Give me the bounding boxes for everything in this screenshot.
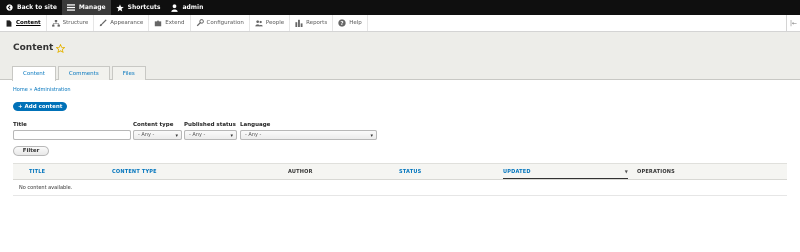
menu-item-structure[interactable]: Structure <box>47 15 95 31</box>
menu-item-label: Content <box>16 20 41 26</box>
back-arrow-icon <box>5 4 13 12</box>
menu-item-reports[interactable]: Reports <box>290 15 334 31</box>
back-to-site-link[interactable]: Back to site <box>0 0 62 15</box>
filter-button[interactable]: Filter <box>13 146 49 156</box>
manage-label: Manage <box>78 4 106 11</box>
sort-descending-icon: ▼ <box>624 169 628 174</box>
menu-item-label: People <box>265 20 285 26</box>
page-icon <box>5 19 13 27</box>
manage-tab[interactable]: Manage <box>61 0 111 15</box>
shortcuts-tab[interactable]: Shortcuts <box>111 0 166 15</box>
published-status-filter-label: Published status <box>184 122 236 128</box>
user-tab[interactable]: admin <box>165 0 208 15</box>
menu-item-label: Appearance <box>110 20 144 26</box>
back-to-site-label: Back to site <box>17 4 57 11</box>
page-title: Content <box>13 43 66 53</box>
column-header-updated-label: UPDATED <box>503 169 531 175</box>
published-status-select-value: - Any - <box>189 132 206 138</box>
language-select[interactable]: - Any - ▾ <box>240 130 377 140</box>
menu-item-label: Reports <box>306 20 328 26</box>
svg-text:?: ? <box>341 21 344 27</box>
column-header-operations: OPERATIONS <box>637 169 675 175</box>
empty-table-message: No content available. <box>19 185 73 191</box>
page-title-text: Content <box>13 43 54 53</box>
bar-chart-icon <box>295 19 303 27</box>
admin-menu-tray: Content Structure Appearance Extend Conf… <box>0 15 800 32</box>
menu-item-help[interactable]: ? Help <box>333 15 368 31</box>
user-icon <box>170 3 178 12</box>
favorite-star-icon[interactable] <box>55 43 66 53</box>
table-header-row: TITLE CONTENT TYPE AUTHOR STATUS UPDATED… <box>13 163 787 180</box>
tab-comments[interactable]: Comments <box>57 66 110 80</box>
tab-content[interactable]: Content <box>12 66 56 81</box>
star-icon <box>115 3 124 12</box>
published-status-select[interactable]: - Any - ▾ <box>184 130 237 140</box>
menu-item-content[interactable]: Content <box>0 15 47 31</box>
dropdown-caret-icon: ▾ <box>175 133 178 139</box>
table-row: No content available. <box>13 180 787 196</box>
column-header-author: AUTHOR <box>288 169 313 175</box>
column-header-content-type[interactable]: CONTENT TYPE <box>112 169 157 175</box>
help-icon: ? <box>338 19 346 27</box>
menu-item-label: Extend <box>165 20 185 26</box>
menu-item-label: Configuration <box>206 20 244 26</box>
menu-item-label: Structure <box>62 20 89 26</box>
menu-item-configuration[interactable]: Configuration <box>191 15 250 31</box>
column-header-status[interactable]: STATUS <box>399 169 421 175</box>
title-filter-input[interactable] <box>13 130 131 140</box>
dropdown-caret-icon: ▾ <box>370 133 373 139</box>
people-icon <box>255 19 263 27</box>
shortcuts-label: Shortcuts <box>127 4 161 11</box>
primary-tabs: Content Comments Files <box>12 66 148 81</box>
brush-icon <box>99 19 107 27</box>
add-content-button[interactable]: + Add content <box>13 102 68 111</box>
hamburger-icon <box>66 4 75 12</box>
title-filter-label: Title <box>13 122 27 128</box>
column-header-title[interactable]: TITLE <box>29 169 45 175</box>
content-table: TITLE CONTENT TYPE AUTHOR STATUS UPDATED… <box>13 163 787 196</box>
puzzle-icon <box>154 19 162 27</box>
menu-item-people[interactable]: People <box>250 15 291 31</box>
tray-orientation-toggle[interactable]: |← <box>786 15 800 31</box>
breadcrumb[interactable]: Home » Administration <box>13 87 71 93</box>
content-type-filter-label: Content type <box>133 122 174 128</box>
tab-files[interactable]: Files <box>111 66 146 80</box>
wrench-icon <box>196 19 204 27</box>
page-header: Content Content Comments Files <box>0 32 800 81</box>
menu-item-appearance[interactable]: Appearance <box>94 15 150 31</box>
language-select-value: - Any - <box>245 132 262 138</box>
user-label: admin <box>182 4 204 11</box>
sitemap-icon <box>51 19 60 27</box>
menu-item-extend[interactable]: Extend <box>149 15 191 31</box>
admin-toolbar: Back to site Manage Shortcuts admin <box>0 0 800 15</box>
dropdown-caret-icon: ▾ <box>230 133 233 139</box>
content-type-select[interactable]: - Any - ▾ <box>133 130 182 140</box>
column-header-updated[interactable]: UPDATED ▼ <box>503 169 628 179</box>
content-type-select-value: - Any - <box>138 132 155 138</box>
menu-item-label: Help <box>349 20 362 26</box>
language-filter-label: Language <box>240 122 271 128</box>
